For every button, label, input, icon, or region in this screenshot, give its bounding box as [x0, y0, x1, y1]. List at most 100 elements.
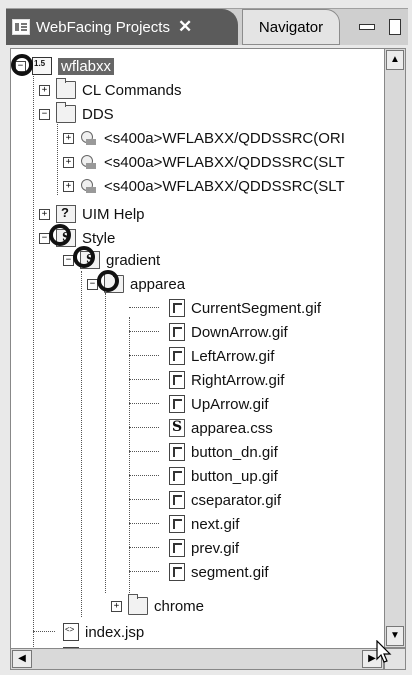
- tree-item-label: UIM Help: [82, 205, 145, 223]
- expand-icon[interactable]: +: [63, 180, 74, 192]
- tree-branch-line: [129, 331, 159, 332]
- image-file-icon: [169, 371, 185, 389]
- tree-item-index-jsp[interactable]: index.jsp: [63, 621, 144, 643]
- tree-branch-line: [129, 451, 159, 452]
- tree-guide-line: [33, 71, 34, 649]
- projects-view-icon: [12, 19, 30, 35]
- project-tree: − wflabxx + CL Commands − DDS + <s400a>W…: [10, 48, 386, 650]
- tree-branch-line: [129, 571, 159, 572]
- scroll-up-icon[interactable]: ▲: [386, 50, 404, 70]
- expand-icon[interactable]: +: [39, 84, 50, 96]
- tree-branch-line: [129, 355, 159, 356]
- tree-item-label: LeftArrow.gif: [191, 347, 275, 365]
- tree-branch-line: [129, 379, 159, 380]
- tree-item-label: prev.gif: [191, 539, 240, 557]
- tree-item-label: wflabxx: [58, 57, 115, 75]
- scroll-left-icon[interactable]: ◀: [12, 650, 32, 668]
- horizontal-scrollbar[interactable]: ◀ ▶: [10, 648, 384, 670]
- tree-branch-line: [33, 631, 55, 632]
- minimize-icon[interactable]: [359, 24, 375, 30]
- tree-item-label: CL Commands: [82, 81, 182, 99]
- maximize-icon[interactable]: [389, 19, 401, 35]
- tree-branch-line: [129, 403, 159, 404]
- tree-item-label: Style: [82, 229, 116, 247]
- tree-item-uim-help[interactable]: + UIM Help: [39, 203, 145, 225]
- image-file-icon: [169, 563, 185, 581]
- image-file-icon: [169, 323, 185, 341]
- tree-guide-line: [129, 317, 130, 599]
- image-file-icon: [169, 467, 185, 485]
- collapse-icon[interactable]: −: [39, 108, 50, 120]
- tree-item-file[interactable]: LeftArrow.gif: [169, 345, 274, 367]
- tree-item-label: RightArrow.gif: [191, 371, 285, 389]
- tab-navigator[interactable]: Navigator: [242, 9, 340, 45]
- callout-circle: [49, 224, 71, 246]
- tree-item-label: gradient: [106, 251, 161, 269]
- tree-item-label: apparea.css: [191, 419, 273, 437]
- tree-item-file[interactable]: segment.gif: [169, 561, 269, 583]
- tree-item-label: DownArrow.gif: [191, 323, 288, 341]
- folder-icon: [56, 102, 76, 123]
- tree-item-label: DDS: [82, 105, 114, 123]
- tree-item-label: <s400a>WFLABXX/QDDSSRC(ORI: [104, 129, 345, 147]
- view-tab-bar: WebFacing Projects ✕ Navigator: [6, 8, 408, 45]
- tree-item-file[interactable]: prev.gif: [169, 537, 239, 559]
- tree-item-chrome[interactable]: + chrome: [111, 594, 205, 617]
- tree-item-cl-commands[interactable]: + CL Commands: [39, 78, 182, 101]
- tree-item-dds[interactable]: − DDS: [39, 102, 114, 125]
- tree-item-label: segment.gif: [191, 563, 269, 581]
- image-file-icon: [169, 491, 185, 509]
- dds-member-icon: [80, 154, 98, 170]
- expand-icon[interactable]: +: [63, 132, 74, 144]
- vertical-scrollbar[interactable]: ▲ ▼: [384, 48, 406, 648]
- tree-guide-line: [105, 293, 106, 593]
- callout-circle: [97, 270, 119, 292]
- tree-item-dds-member[interactable]: + <s400a>WFLABXX/QDDSSRC(ORI: [63, 127, 345, 149]
- tree-item-label: UpArrow.gif: [191, 395, 269, 413]
- tree-item-label: <s400a>WFLABXX/QDDSSRC(SLT: [104, 153, 345, 171]
- dds-member-icon: [80, 178, 98, 194]
- tab-webfacing-projects-label: WebFacing Projects: [36, 18, 170, 36]
- image-file-icon: [169, 347, 185, 365]
- close-icon[interactable]: ✕: [178, 17, 192, 37]
- folder-icon: [128, 594, 148, 615]
- tree-item-file[interactable]: S apparea.css: [169, 417, 273, 439]
- tree-item-file[interactable]: RightArrow.gif: [169, 369, 284, 391]
- tree-branch-line: [129, 499, 159, 500]
- tree-item-label: cseparator.gif: [191, 491, 282, 509]
- tree-guide-line: [57, 115, 58, 195]
- tree-item-file[interactable]: CurrentSegment.gif: [169, 297, 321, 319]
- tree-item-label: CurrentSegment.gif: [191, 299, 322, 317]
- project-icon: [32, 57, 52, 75]
- tree-item-file[interactable]: next.gif: [169, 513, 239, 535]
- image-file-icon: [169, 539, 185, 557]
- image-file-icon: [169, 443, 185, 461]
- callout-circle: [11, 54, 33, 76]
- tree-item-file[interactable]: UpArrow.gif: [169, 393, 269, 415]
- tree-item-dds-member[interactable]: + <s400a>WFLABXX/QDDSSRC(SLT: [63, 175, 345, 197]
- image-file-icon: [169, 395, 185, 413]
- project-explorer-view: WebFacing Projects ✕ Navigator − wflabxx…: [0, 0, 412, 675]
- view-window-controls: [352, 9, 408, 45]
- tree-item-file[interactable]: DownArrow.gif: [169, 321, 288, 343]
- expand-icon[interactable]: +: [39, 208, 50, 220]
- callout-circle: [73, 246, 95, 268]
- dds-member-icon: [80, 130, 98, 146]
- mouse-pointer-icon: [376, 640, 392, 663]
- tree-branch-line: [129, 307, 159, 308]
- tree-item-label: chrome: [154, 597, 205, 615]
- tree-item-file[interactable]: button_dn.gif: [169, 441, 278, 463]
- expand-icon[interactable]: +: [111, 600, 122, 612]
- image-file-icon: [169, 299, 185, 317]
- tree-item-dds-member[interactable]: + <s400a>WFLABXX/QDDSSRC(SLT: [63, 151, 345, 173]
- tree-item-file[interactable]: cseparator.gif: [169, 489, 281, 511]
- tree-item-label: next.gif: [191, 515, 240, 533]
- help-folder-icon: [56, 205, 76, 223]
- tree-branch-line: [129, 523, 159, 524]
- tab-webfacing-projects[interactable]: WebFacing Projects ✕: [6, 9, 238, 45]
- expand-icon[interactable]: +: [63, 156, 74, 168]
- tree-branch-line: [129, 547, 159, 548]
- tree-item-label: <s400a>WFLABXX/QDDSSRC(SLT: [104, 177, 345, 195]
- tree-item-file[interactable]: button_up.gif: [169, 465, 278, 487]
- css-file-icon: S: [169, 419, 185, 437]
